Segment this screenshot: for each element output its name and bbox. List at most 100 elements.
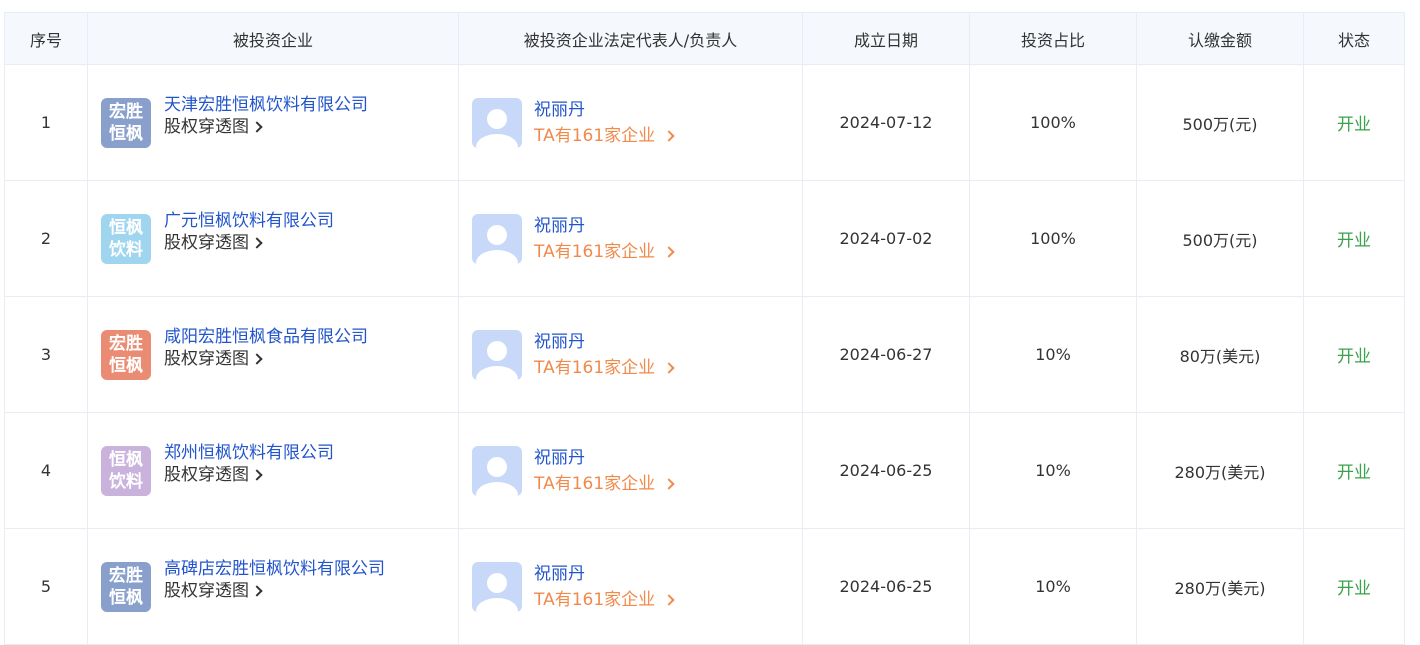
subscribed-amount: 500万(元) [1136, 64, 1304, 181]
representative-companies-link[interactable]: TA有161家企业 [534, 470, 675, 498]
representative-companies-label: TA有161家企业 [534, 125, 656, 146]
avatar-body-shape [476, 249, 518, 264]
avatar-head-shape [487, 572, 507, 593]
subscribed-amount: 80万(美元) [1136, 296, 1304, 413]
status-badge: 开业 [1303, 412, 1405, 529]
avatar-body-shape [476, 365, 518, 380]
avatar[interactable] [472, 445, 522, 496]
header-row: 序号 被投资企业 被投资企业法定代表人/负责人 成立日期 投资占比 认缴金额 状… [4, 12, 1405, 65]
representative-name-link[interactable]: 祝丽丹 [534, 214, 673, 238]
company-name-link[interactable]: 天津宏胜恒枫饮料有限公司 [164, 94, 368, 116]
status-badge: 开业 [1303, 528, 1405, 645]
representative-cell: 祝丽丹 TA有161家企业 [458, 180, 803, 297]
representative-name-link[interactable]: 祝丽丹 [534, 562, 673, 586]
equity-penetration-link[interactable]: 股权穿透图 [164, 116, 368, 138]
representative-companies-label: TA有161家企业 [534, 357, 656, 378]
representative-companies-link[interactable]: TA有161家企业 [534, 354, 675, 382]
company-logo[interactable]: 宏胜 恒枫 [101, 97, 151, 148]
equity-penetration-label: 股权穿透图 [164, 232, 249, 253]
company-logo-line-2: 恒枫 [109, 123, 143, 144]
company-logo[interactable]: 恒枫 饮料 [101, 445, 151, 496]
avatar[interactable] [472, 97, 522, 148]
equity-penetration-label: 股权穿透图 [164, 464, 249, 485]
equity-penetration-link[interactable]: 股权穿透图 [164, 232, 334, 254]
company-logo-line-1: 恒枫 [109, 449, 143, 470]
investment-ratio: 100% [969, 64, 1137, 181]
company-logo[interactable]: 宏胜 恒枫 [101, 329, 151, 380]
equity-penetration-link[interactable]: 股权穿透图 [164, 464, 334, 486]
chevron-right-icon [663, 594, 675, 606]
avatar[interactable] [472, 329, 522, 380]
chevron-right-icon [663, 362, 675, 374]
company-logo-line-1: 恒枫 [109, 217, 143, 238]
status-badge: 开业 [1303, 64, 1405, 181]
equity-penetration-link[interactable]: 股权穿透图 [164, 348, 368, 370]
table-body: 1 宏胜 恒枫 天津宏胜恒枫饮料有限公司 股权穿透图 祝丽丹 TA有161家企业… [4, 64, 1405, 645]
table-header: 序号 被投资企业 被投资企业法定代表人/负责人 成立日期 投资占比 认缴金额 状… [4, 12, 1405, 65]
representative-companies-label: TA有161家企业 [534, 589, 656, 610]
investment-ratio: 10% [969, 412, 1137, 529]
representative-companies-link[interactable]: TA有161家企业 [534, 238, 675, 266]
avatar-head-shape [487, 224, 507, 245]
company-cell: 宏胜 恒枫 天津宏胜恒枫饮料有限公司 股权穿透图 [87, 64, 459, 181]
company-cell: 宏胜 恒枫 咸阳宏胜恒枫食品有限公司 股权穿透图 [87, 296, 459, 413]
header-status: 状态 [1303, 12, 1405, 65]
company-logo-line-2: 恒枫 [109, 355, 143, 376]
company-logo-line-2: 饮料 [109, 471, 143, 492]
representative-cell: 祝丽丹 TA有161家企业 [458, 64, 803, 181]
row-index: 3 [4, 296, 88, 413]
chevron-right-icon [663, 130, 675, 142]
chevron-right-icon [663, 478, 675, 490]
equity-penetration-link[interactable]: 股权穿透图 [164, 580, 385, 602]
row-index: 5 [4, 528, 88, 645]
header-founded-date: 成立日期 [802, 12, 970, 65]
company-name-link[interactable]: 郑州恒枫饮料有限公司 [164, 442, 334, 464]
company-name-link[interactable]: 咸阳宏胜恒枫食品有限公司 [164, 326, 368, 348]
equity-penetration-label: 股权穿透图 [164, 580, 249, 601]
founded-date: 2024-07-02 [802, 180, 970, 297]
header-company: 被投资企业 [87, 12, 459, 65]
representative-companies-link[interactable]: TA有161家企业 [534, 586, 675, 614]
header-representative: 被投资企业法定代表人/负责人 [458, 12, 803, 65]
table-row: 3 宏胜 恒枫 咸阳宏胜恒枫食品有限公司 股权穿透图 祝丽丹 TA有161家企业… [4, 296, 1405, 413]
founded-date: 2024-06-27 [802, 296, 970, 413]
status-badge: 开业 [1303, 180, 1405, 297]
avatar-body-shape [476, 133, 518, 148]
representative-companies-label: TA有161家企业 [534, 473, 656, 494]
table-row: 2 恒枫 饮料 广元恒枫饮料有限公司 股权穿透图 祝丽丹 TA有161家企业 2… [4, 180, 1405, 297]
avatar-head-shape [487, 456, 507, 477]
company-name-link[interactable]: 高碑店宏胜恒枫饮料有限公司 [164, 558, 385, 580]
founded-date: 2024-07-12 [802, 64, 970, 181]
subscribed-amount: 280万(美元) [1136, 412, 1304, 529]
header-investment-ratio: 投资占比 [969, 12, 1137, 65]
avatar-head-shape [487, 340, 507, 361]
representative-companies-label: TA有161家企业 [534, 241, 656, 262]
chevron-right-icon [251, 469, 263, 481]
company-logo-line-2: 饮料 [109, 239, 143, 260]
company-logo[interactable]: 宏胜 恒枫 [101, 561, 151, 612]
subscribed-amount: 280万(美元) [1136, 528, 1304, 645]
representative-cell: 祝丽丹 TA有161家企业 [458, 412, 803, 529]
avatar-head-shape [487, 108, 507, 129]
company-logo-line-1: 宏胜 [109, 565, 143, 586]
representative-name-link[interactable]: 祝丽丹 [534, 330, 673, 354]
representative-name-link[interactable]: 祝丽丹 [534, 98, 673, 122]
representative-companies-link[interactable]: TA有161家企业 [534, 122, 675, 150]
row-index: 4 [4, 412, 88, 529]
founded-date: 2024-06-25 [802, 528, 970, 645]
investment-ratio: 10% [969, 528, 1137, 645]
table-row: 1 宏胜 恒枫 天津宏胜恒枫饮料有限公司 股权穿透图 祝丽丹 TA有161家企业… [4, 64, 1405, 181]
company-name-link[interactable]: 广元恒枫饮料有限公司 [164, 210, 334, 232]
avatar[interactable] [472, 561, 522, 612]
representative-cell: 祝丽丹 TA有161家企业 [458, 528, 803, 645]
company-logo[interactable]: 恒枫 饮料 [101, 213, 151, 264]
avatar[interactable] [472, 213, 522, 264]
chevron-right-icon [251, 237, 263, 249]
chevron-right-icon [251, 121, 263, 133]
table-row: 4 恒枫 饮料 郑州恒枫饮料有限公司 股权穿透图 祝丽丹 TA有161家企业 2… [4, 412, 1405, 529]
company-logo-line-1: 宏胜 [109, 101, 143, 122]
subscribed-amount: 500万(元) [1136, 180, 1304, 297]
company-cell: 恒枫 饮料 广元恒枫饮料有限公司 股权穿透图 [87, 180, 459, 297]
representative-name-link[interactable]: 祝丽丹 [534, 446, 673, 470]
company-cell: 宏胜 恒枫 高碑店宏胜恒枫饮料有限公司 股权穿透图 [87, 528, 459, 645]
